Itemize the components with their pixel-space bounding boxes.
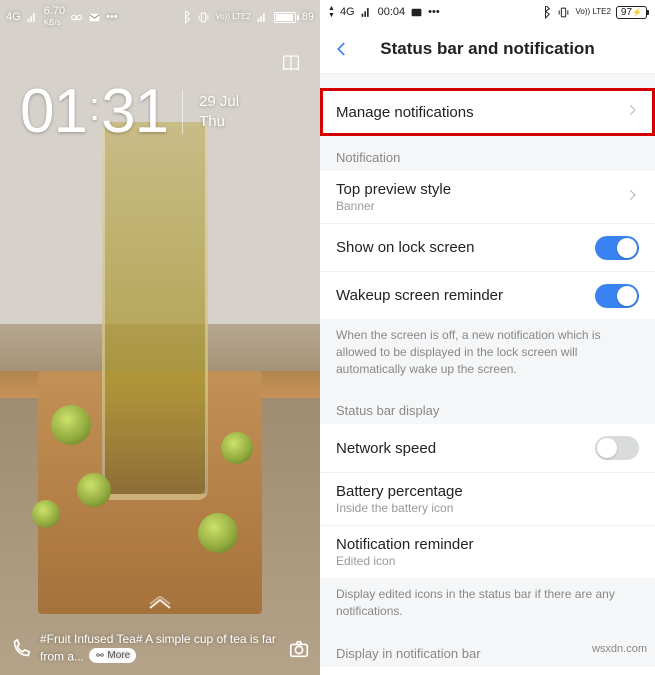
section-status-bar: Status bar display	[320, 389, 655, 424]
manage-notifications-row[interactable]: Manage notifications	[320, 88, 655, 136]
network-label: 4G	[340, 6, 355, 18]
network-speed-row[interactable]: Network speed	[320, 424, 655, 472]
back-button[interactable]	[320, 24, 364, 73]
notification-reminder-label: Notification reminder	[336, 536, 639, 553]
titlebar: Status bar and notification	[320, 24, 655, 74]
volte-label: Vo)) LTE2	[215, 13, 250, 21]
top-preview-value: Banner	[336, 199, 625, 213]
chevron-right-icon	[625, 188, 639, 207]
bluetooth-icon	[539, 6, 552, 19]
notification-reminder-note: Display edited icons in the status bar i…	[320, 578, 655, 632]
lock-clock: 01 : 31 29 Jul Thu	[20, 76, 239, 147]
settings-phone: ▲▼ 4G 00:04 ••• Vo)) LTE2 97⚡ Status bar…	[320, 0, 655, 675]
settings-list[interactable]: Manage notifications Notification Top pr…	[320, 74, 655, 675]
show-on-lock-row[interactable]: Show on lock screen	[320, 223, 655, 271]
notification-reminder-value: Edited icon	[336, 554, 639, 568]
more-dots-icon: •••	[428, 6, 440, 18]
data-usage-row[interactable]: Data usage Network-enabled card	[320, 667, 655, 675]
wakeup-note: When the screen is off, a new notificati…	[320, 319, 655, 389]
top-preview-style-row[interactable]: Top preview style Banner	[320, 171, 655, 223]
status-bar-right: ▲▼ 4G 00:04 ••• Vo)) LTE2 97⚡	[320, 0, 655, 24]
more-dots-icon: •••	[106, 11, 118, 23]
phone-shortcut-icon[interactable]	[10, 638, 32, 665]
wakeup-toggle[interactable]	[595, 284, 639, 308]
manage-notifications-label: Manage notifications	[336, 104, 625, 121]
camera-shortcut-icon[interactable]	[288, 638, 310, 665]
clock-minute: 31	[101, 76, 168, 147]
clock-hour: 01	[20, 76, 87, 147]
network-speed-toggle[interactable]	[595, 436, 639, 460]
section-notification: Notification	[320, 136, 655, 171]
battery-percentage-label: Battery percentage	[336, 483, 639, 500]
wakeup-reminder-row[interactable]: Wakeup screen reminder	[320, 271, 655, 319]
vibrate-icon	[197, 11, 210, 24]
signal-icon	[26, 11, 39, 24]
battery-percentage-value: Inside the battery icon	[336, 501, 639, 515]
volte-label: Vo)) LTE2	[575, 8, 610, 16]
swipe-up-icon[interactable]	[148, 596, 172, 615]
lockscreen-phone: 4G 6.70KB/s ••• Vo)) LTE2 89	[0, 0, 320, 675]
status-time: 00:04	[378, 6, 406, 18]
notification-reminder-row[interactable]: Notification reminder Edited icon	[320, 525, 655, 578]
reader-icon[interactable]	[280, 52, 302, 79]
chevron-right-icon	[625, 103, 639, 122]
message-icon	[410, 6, 423, 19]
status-bar-left: 4G 6.70KB/s ••• Vo)) LTE2 89	[6, 6, 314, 28]
clock-date: 29 Jul	[199, 92, 239, 112]
wakeup-label: Wakeup screen reminder	[336, 287, 595, 304]
bluetooth-icon	[179, 11, 192, 24]
show-on-lock-toggle[interactable]	[595, 236, 639, 260]
top-preview-label: Top preview style	[336, 181, 625, 198]
battery-icon: 89	[274, 11, 314, 23]
wallpaper-caption: #Fruit Infused Tea# A simple cup of tea …	[40, 632, 280, 665]
vibrate-icon	[557, 6, 570, 19]
network-speed-label: Network speed	[336, 440, 595, 457]
speed-indicator: 6.70KB/s	[44, 6, 65, 28]
battery-icon: 97⚡	[616, 6, 647, 19]
network-label: 4G	[6, 11, 21, 23]
battery-percentage-row[interactable]: Battery percentage Inside the battery ic…	[320, 472, 655, 525]
page-title: Status bar and notification	[364, 39, 611, 59]
more-button[interactable]: More	[89, 648, 136, 663]
voicemail-icon	[70, 11, 83, 24]
watermark: wsxdn.com	[592, 643, 647, 655]
show-on-lock-label: Show on lock screen	[336, 239, 595, 256]
signal-icon	[360, 6, 373, 19]
clock-day: Thu	[199, 112, 239, 132]
signal-icon	[256, 11, 269, 24]
message-icon	[88, 11, 101, 24]
